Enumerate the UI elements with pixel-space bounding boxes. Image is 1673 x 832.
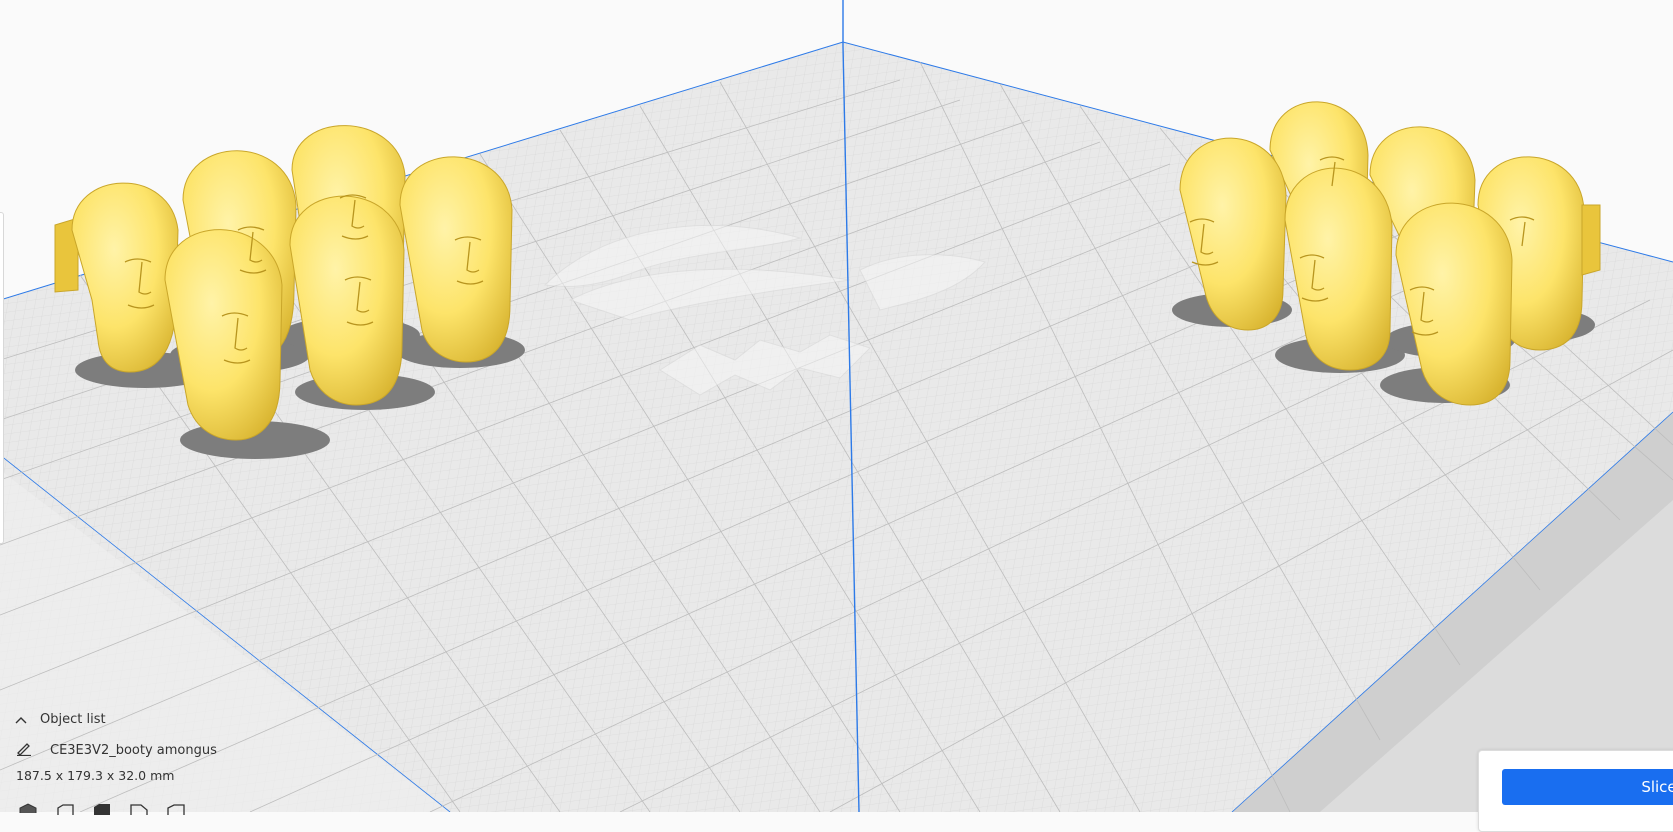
object-list-item[interactable]: CE3E3V2_booty amongus: [16, 740, 217, 760]
object-list-toggle[interactable]: Object list: [14, 709, 106, 729]
object-name: CE3E3V2_booty amongus: [50, 742, 217, 758]
pencil-icon[interactable]: [16, 740, 32, 760]
view-left-icon[interactable]: [129, 800, 149, 815]
view-3d-icon[interactable]: [18, 800, 38, 813]
object-list-label: Object list: [40, 711, 106, 727]
view-front-icon[interactable]: [55, 800, 75, 815]
object-dimensions: 187.5 x 179.3 x 32.0 mm: [16, 768, 175, 783]
slice-button[interactable]: Slice: [1502, 769, 1673, 805]
camera-view-toolbar: [18, 800, 186, 815]
view-right-icon[interactable]: [166, 800, 186, 815]
view-top-icon[interactable]: [92, 800, 112, 815]
3d-viewport[interactable]: [0, 0, 1673, 812]
left-panel-edge[interactable]: [0, 212, 4, 544]
chevron-up-icon: [14, 710, 28, 729]
